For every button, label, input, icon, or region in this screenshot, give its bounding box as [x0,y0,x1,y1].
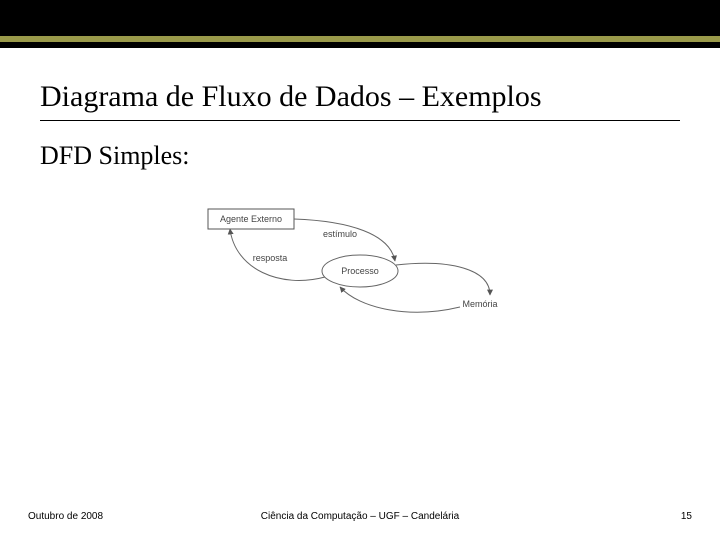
dfd-diagram: Agente Externo Processo Memória estímulo… [40,199,680,339]
slide: Diagrama de Fluxo de Dados – Exemplos DF… [0,0,720,540]
external-agent-label: Agente Externo [220,214,282,224]
footer-center: Ciência da Computação – UGF – Candelária [0,511,720,522]
stimulus-label: estímulo [323,229,357,239]
memory-label: Memória [462,299,497,309]
title-bar [0,0,720,48]
content-area: Diagrama de Fluxo de Dados – Exemplos DF… [0,48,720,339]
response-label: resposta [253,253,288,263]
stimulus-arrow [294,219,395,261]
footer: Outubro de 2008 Ciência da Computação – … [0,511,720,522]
from-memory-arrow [340,287,460,312]
to-memory-arrow [396,263,490,295]
slide-subtitle: DFD Simples: [40,141,680,171]
slide-title: Diagrama de Fluxo de Dados – Exemplos [40,80,680,121]
process-label: Processo [341,266,379,276]
dfd-svg: Agente Externo Processo Memória estímulo… [190,199,530,339]
